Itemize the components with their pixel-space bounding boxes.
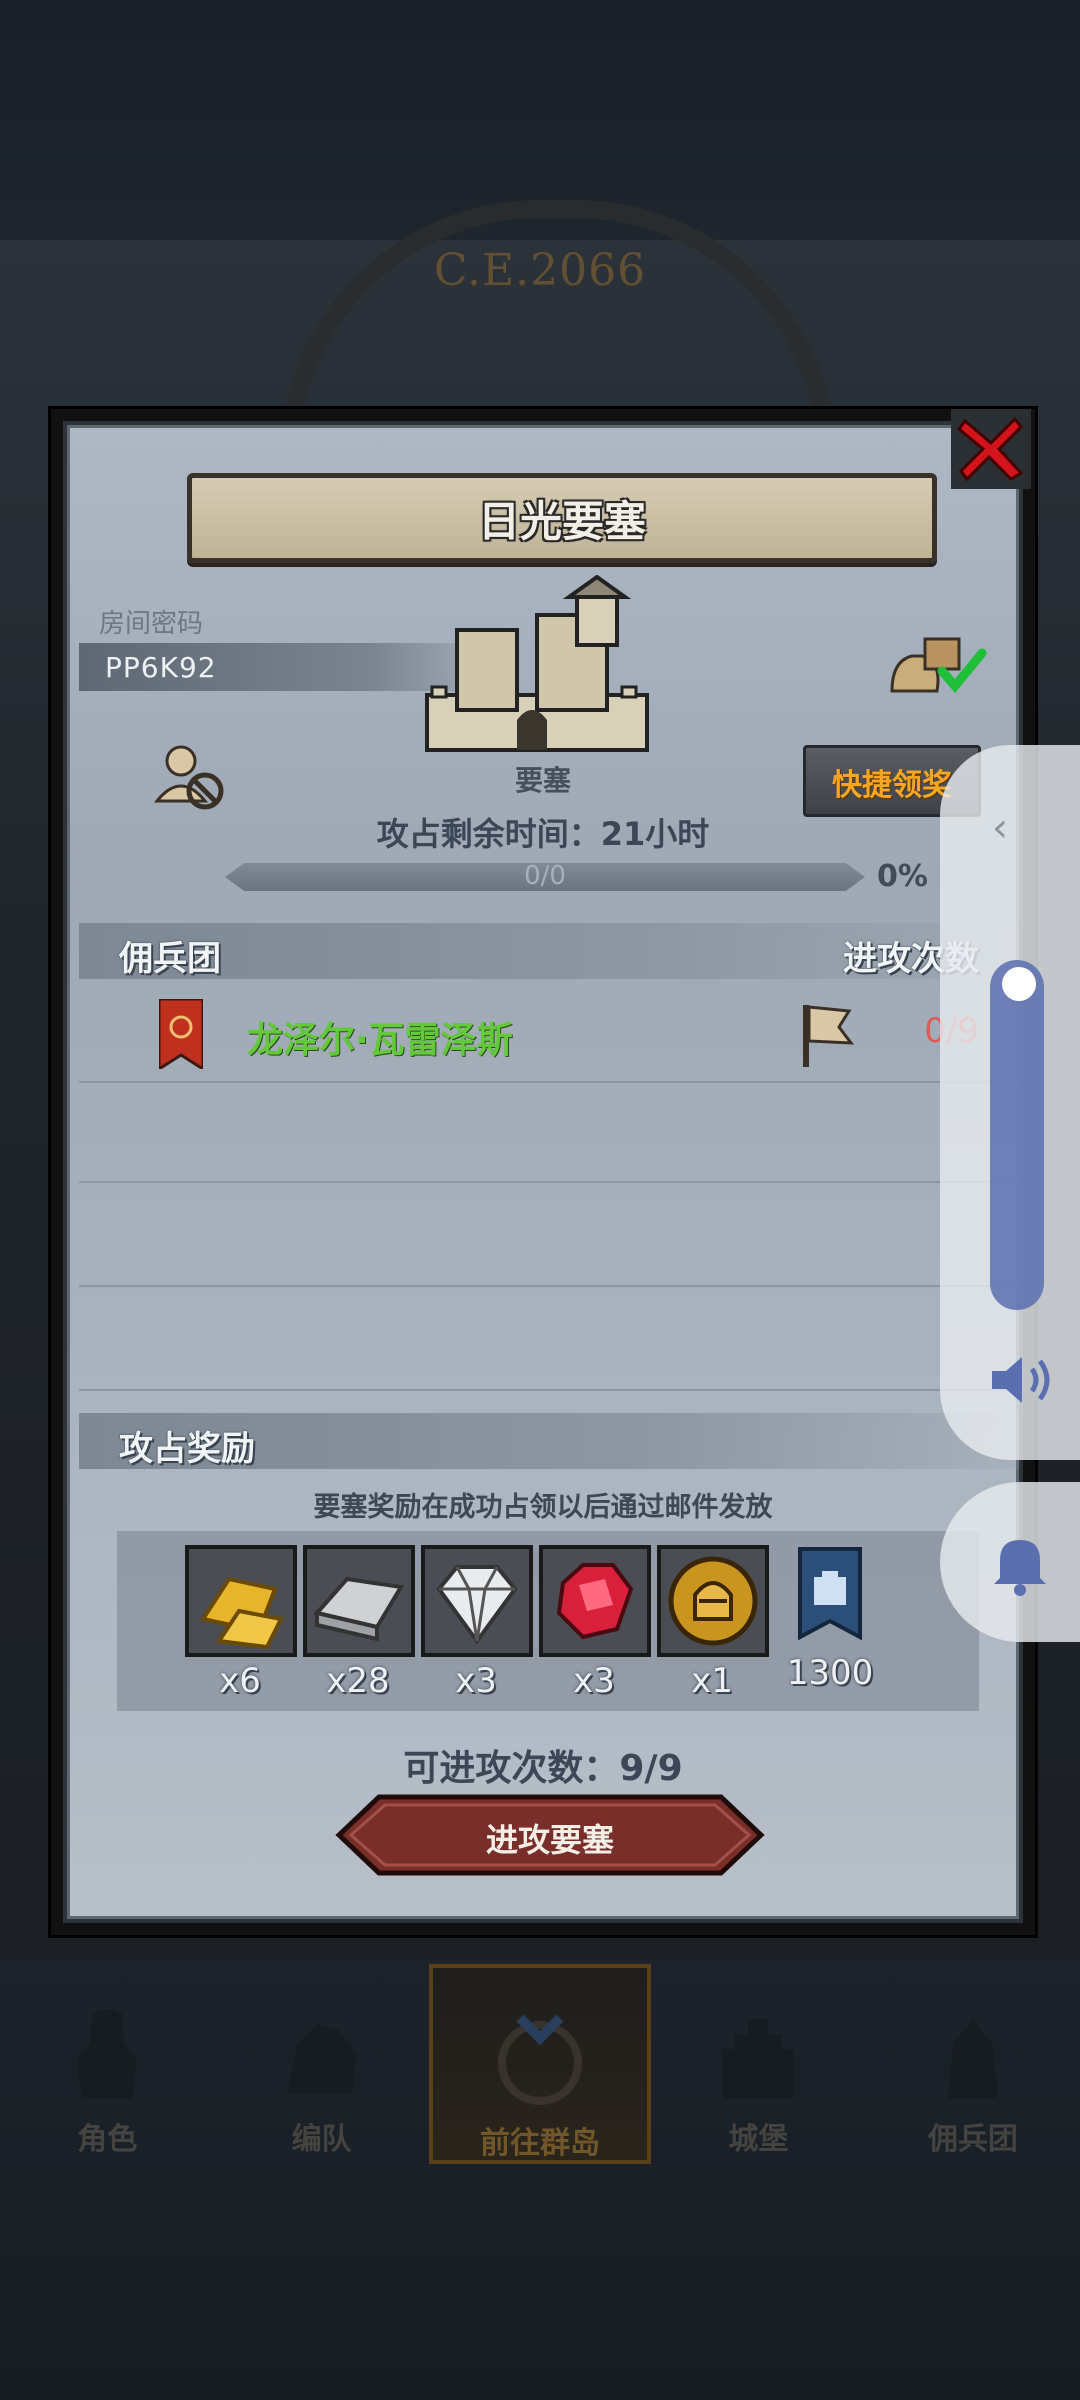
mercenary-row[interactable]: 龙泽尔·瓦雷泽斯 0/9 <box>79 981 1019 1083</box>
guild-banner-icon <box>159 999 203 1069</box>
speaker-icon[interactable] <box>986 1345 1056 1415</box>
volume-slider[interactable] <box>990 960 1044 1310</box>
fortress-icon <box>425 575 649 752</box>
iron-ingot-icon <box>303 1545 415 1657</box>
fortress-dialog-body: 日光要塞 房间密码 PP6K92 要塞 快捷领奖 攻占剩余时间：21小时 0/0… <box>63 421 1023 1923</box>
room-code-label: 房间密码 <box>99 609 204 639</box>
empty-row <box>79 1289 1019 1391</box>
mercenary-name: 龙泽尔·瓦雷泽斯 <box>247 1020 513 1061</box>
dialog-title: 日光要塞 <box>477 497 646 546</box>
reward-qty: x28 <box>326 1661 390 1701</box>
close-icon[interactable] <box>951 409 1031 489</box>
empty-row <box>79 1185 1019 1287</box>
floating-side-panel: ‹ <box>940 745 1080 1460</box>
capture-time-left: 攻占剩余时间：21小时 <box>376 815 710 853</box>
reward-item[interactable]: x28 <box>303 1545 415 1701</box>
volume-slider-knob[interactable] <box>1002 967 1036 1001</box>
fortress-dialog: 日光要塞 房间密码 PP6K92 要塞 快捷领奖 攻占剩余时间：21小时 0/0… <box>48 406 1038 1938</box>
reward-item[interactable]: x3 <box>421 1545 533 1701</box>
mercenary-section-header: 佣兵团 进攻次数 <box>79 923 1019 979</box>
reward-qty: x3 <box>573 1661 615 1701</box>
empty-row <box>79 1081 1019 1183</box>
fortress-banner-icon <box>778 1545 882 1649</box>
flag-icon <box>803 1005 855 1067</box>
reward-item[interactable]: 1300 <box>775 1545 885 1693</box>
reward-qty: x6 <box>219 1661 261 1701</box>
mercenary-section-title: 佣兵团 <box>119 939 221 979</box>
reward-qty: 1300 <box>786 1653 874 1693</box>
progress-text: 0/0 <box>524 861 566 891</box>
reward-qty: x3 <box>455 1661 497 1701</box>
gold-bar-icon <box>185 1545 297 1657</box>
no-player-icon <box>153 745 224 810</box>
reward-section-header: 攻占奖励 <box>79 1413 1019 1469</box>
reward-note: 要塞奖励在成功占领以后通过邮件发放 <box>313 1492 773 1523</box>
ruby-icon <box>539 1545 651 1657</box>
reward-section-title: 攻占奖励 <box>119 1429 255 1469</box>
capture-progress-bar: 0/0 <box>225 861 865 891</box>
progress-percent: 0% <box>877 859 928 894</box>
available-attacks: 可进攻次数：9/9 <box>403 1748 683 1789</box>
title-plate: 日光要塞 <box>187 473 937 563</box>
room-code-value[interactable]: PP6K92 <box>105 651 217 684</box>
rewards-claimed-icon[interactable] <box>887 631 987 701</box>
diamond-icon <box>421 1545 533 1657</box>
reward-qty: x1 <box>691 1661 733 1701</box>
attack-button-label: 进攻要塞 <box>485 1821 614 1859</box>
reward-item[interactable]: x1 <box>657 1545 769 1701</box>
knight-coin-icon <box>657 1545 769 1657</box>
reward-item[interactable]: x3 <box>539 1545 651 1701</box>
attack-fortress-button[interactable]: 进攻要塞 <box>335 1793 765 1877</box>
chevron-left-icon[interactable]: ‹ <box>992 805 1008 851</box>
reward-item[interactable]: x6 <box>185 1545 297 1701</box>
bell-icon[interactable] <box>990 1532 1050 1596</box>
